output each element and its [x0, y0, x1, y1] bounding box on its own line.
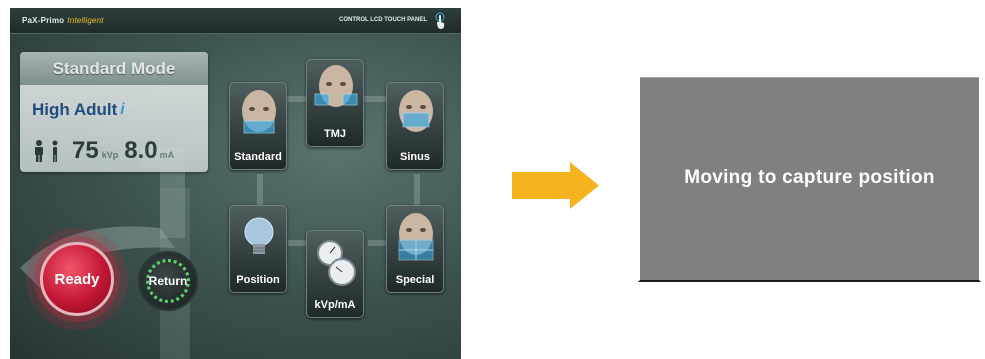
- tile-kvp-ma[interactable]: kVp/mA: [306, 230, 364, 318]
- lightbulb-icon: [244, 217, 274, 254]
- mode-info-card: Standard Mode High Adult i 75 kVp 8.0 mA: [20, 52, 208, 172]
- tile-tmj-label: TMJ: [324, 128, 346, 140]
- tile-sinus[interactable]: Sinus: [386, 82, 444, 170]
- arrow-right-icon: [512, 162, 599, 209]
- tile-sinus-label: Sinus: [400, 151, 430, 163]
- skull-special-icon: [398, 213, 434, 261]
- tile-position-label: Position: [236, 274, 280, 286]
- status-message: Moving to capture position: [684, 167, 935, 188]
- kvp-unit: kVp: [101, 150, 119, 160]
- skull-sinus-icon: [399, 90, 433, 132]
- tile-kvp-ma-label: kVp/mA: [314, 299, 356, 311]
- kvp-value: 75: [72, 137, 99, 164]
- control-touch-panel: PaX-Primo Intelligent CONTROL LCD TOUCH P…: [10, 8, 461, 359]
- ma-value: 8.0: [124, 137, 158, 164]
- ma-unit: mA: [159, 150, 175, 160]
- tile-standard-label: Standard: [234, 151, 282, 163]
- gauges-icon: [317, 240, 356, 286]
- panel-top-bar: PaX-Primo Intelligent CONTROL LCD TOUCH P…: [10, 8, 461, 34]
- ready-label: Ready: [54, 270, 100, 288]
- tile-position[interactable]: Position: [229, 205, 287, 293]
- skull-standard-icon: [242, 90, 276, 134]
- ready-button[interactable]: Ready: [40, 242, 114, 316]
- skull-tmj-icon: [314, 65, 358, 107]
- adult-icon: [35, 140, 43, 162]
- brand-suffix: Intelligent: [67, 16, 104, 25]
- tile-special[interactable]: Special: [386, 205, 444, 293]
- patient-size-label: High Adult: [32, 100, 118, 119]
- status-screen: Moving to capture position: [638, 74, 981, 282]
- return-label: Return: [148, 274, 188, 288]
- panel-bottom-strip: [10, 347, 461, 359]
- tile-tmj[interactable]: TMJ: [306, 59, 364, 147]
- mode-title: Standard Mode: [20, 52, 208, 85]
- slim-person-icon: [52, 140, 58, 162]
- brand-logo: PaX-Primo Intelligent: [22, 16, 104, 25]
- touch-hand-icon: [435, 12, 445, 29]
- info-icon[interactable]: i: [120, 101, 124, 119]
- patient-size-row: High Adult i: [32, 100, 125, 120]
- tile-special-label: Special: [395, 274, 435, 286]
- tile-standard[interactable]: Standard: [229, 82, 287, 170]
- return-button[interactable]: Return: [138, 251, 198, 311]
- panel-label: CONTROL LCD TOUCH PANEL: [339, 17, 427, 23]
- exposure-params-row: 75 kVp 8.0 mA: [32, 136, 174, 165]
- brand-name: PaX-Primo: [22, 16, 65, 25]
